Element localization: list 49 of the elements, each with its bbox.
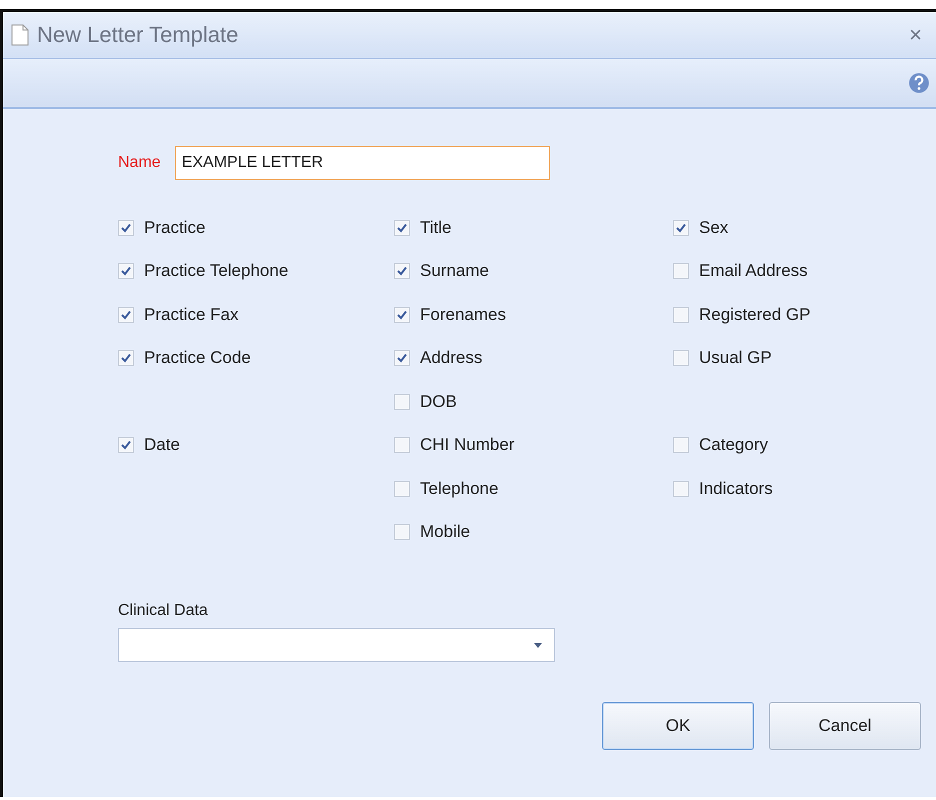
name-label: Name	[118, 154, 161, 172]
checkbox-label: Telephone	[420, 478, 498, 499]
checkbox[interactable]	[118, 437, 134, 454]
checkbox[interactable]	[118, 263, 134, 280]
checkbox-label: CHI Number	[420, 435, 514, 456]
checkbox-label: Surname	[420, 261, 489, 282]
window-title: New Letter Template	[37, 22, 240, 48]
dialog-button[interactable]: Cancel	[769, 702, 921, 750]
checkbox-label: Forenames	[420, 304, 506, 325]
document-icon	[11, 24, 29, 46]
checkbox[interactable]	[394, 524, 410, 540]
checkbox[interactable]	[394, 306, 410, 323]
checkbox-label: Usual GP	[699, 348, 772, 368]
checkbox-label: Sex	[699, 218, 728, 238]
checkbox[interactable]	[394, 480, 410, 497]
checkbox[interactable]	[673, 437, 689, 454]
checkbox[interactable]	[673, 306, 689, 323]
checkbox[interactable]	[673, 480, 689, 497]
checkbox[interactable]	[673, 220, 689, 236]
dialog-button[interactable]: OK	[602, 702, 754, 750]
checkbox[interactable]	[394, 263, 410, 280]
checkbox-label: Practice Code	[144, 348, 251, 368]
checkbox[interactable]	[673, 350, 689, 366]
checkbox-label: Date	[144, 435, 180, 456]
checkbox-label: Practice	[144, 218, 206, 238]
clinical-data-label: Clinical Data	[118, 602, 209, 620]
checkbox-label: Mobile	[420, 522, 470, 542]
name-input-field[interactable]: EXAMPLE LETTER	[174, 146, 550, 180]
checkbox[interactable]	[673, 263, 689, 280]
checkbox-label: Category	[699, 435, 768, 456]
checkbox-label: Title	[420, 218, 452, 238]
checkbox[interactable]	[118, 220, 134, 236]
help-icon[interactable]	[908, 72, 930, 94]
checkbox[interactable]	[118, 350, 134, 366]
checkbox-label: Practice Fax	[144, 304, 238, 325]
checkbox[interactable]	[394, 220, 410, 236]
checkbox[interactable]	[394, 350, 410, 366]
caret-icon	[534, 642, 542, 648]
checkbox[interactable]	[394, 394, 410, 410]
checkbox-label: DOB	[420, 392, 457, 412]
checkbox-label: Email Address	[699, 261, 808, 282]
clinical-data-dropdown[interactable]	[118, 628, 555, 662]
close-button[interactable]: ×	[905, 22, 926, 48]
checkbox-label: Practice Telephone	[144, 261, 288, 282]
checkbox[interactable]	[118, 306, 134, 323]
checkbox-label: Registered GP	[699, 304, 810, 325]
checkbox-label: Indicators	[699, 478, 773, 499]
checkbox[interactable]	[394, 437, 410, 454]
checkbox-label: Address	[420, 348, 482, 368]
